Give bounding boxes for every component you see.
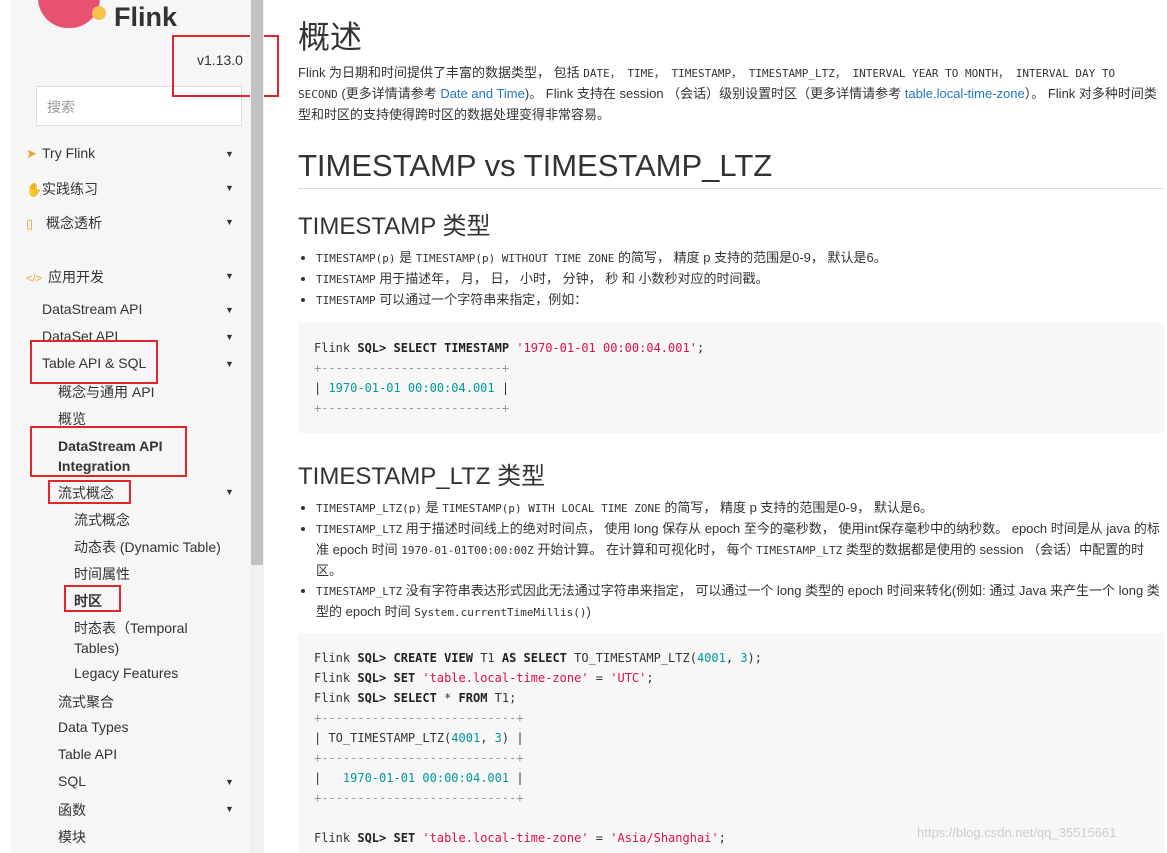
scrollbar-thumb[interactable] bbox=[251, 0, 263, 565]
code-block: Flink SQL> CREATE VIEW T1 AS SELECT TO_T… bbox=[298, 633, 1164, 853]
sidebar-item-modules[interactable]: 模块 bbox=[58, 827, 86, 847]
sidebar-item-concepts[interactable]: ▯ 概念透析 bbox=[26, 213, 102, 233]
sidebar-item-time-attributes[interactable]: 时间属性 bbox=[74, 564, 130, 584]
main-content: 概述 Flink 为日期和时间提供了丰富的数据类型， 包括 DATE， TIME… bbox=[298, 0, 1167, 853]
date-and-time-link[interactable]: Date and Time bbox=[440, 86, 525, 101]
flink-squirrel-logo-icon[interactable] bbox=[38, 0, 106, 28]
sidebar-item-functions[interactable]: 函数 bbox=[58, 800, 86, 820]
chevron-down-icon[interactable]: ▼ bbox=[225, 305, 234, 315]
rocket-icon: ➤ bbox=[26, 146, 37, 161]
section-heading: TIMESTAMP vs TIMESTAMP_LTZ bbox=[298, 148, 1164, 189]
sidebar-item-concepts-common-api[interactable]: 概念与通用 API bbox=[58, 382, 154, 402]
timezone-highlight-box bbox=[64, 585, 121, 612]
map-icon: ▯ bbox=[26, 216, 34, 231]
sidebar-item-temporal-tables[interactable]: 时态表（Temporal Tables) bbox=[74, 618, 188, 658]
chevron-down-icon[interactable]: ▼ bbox=[225, 804, 234, 814]
chevron-down-icon[interactable]: ▼ bbox=[225, 271, 234, 281]
sidebar-item-dynamic-table[interactable]: 动态表 (Dynamic Table) bbox=[74, 537, 221, 557]
chevron-down-icon[interactable]: ▼ bbox=[225, 359, 234, 369]
sidebar-item-legacy-features[interactable]: Legacy Features bbox=[74, 665, 178, 681]
list-item: TIMESTAMP_LTZ(p) 是 TIMESTAMP(p) WITH LOC… bbox=[316, 498, 1161, 519]
logo-text[interactable]: Flink bbox=[114, 2, 177, 33]
local-time-zone-link[interactable]: table.local-time-zone bbox=[905, 86, 1025, 101]
sidebar-item-sql[interactable]: SQL bbox=[58, 773, 86, 789]
list-item: TIMESTAMP 可以通过一个字符串来指定，例如： bbox=[316, 290, 1161, 311]
chevron-down-icon[interactable]: ▼ bbox=[225, 332, 234, 342]
list-item: TIMESTAMP_LTZ 没有字符串表达形式因此无法通过字符串来指定， 可以通… bbox=[316, 581, 1161, 623]
datastream-integration-highlight-box bbox=[30, 426, 187, 477]
sidebar-item-datastream-api[interactable]: DataStream API bbox=[42, 301, 142, 317]
table-api-highlight-box bbox=[30, 340, 158, 384]
sidebar-item-practice[interactable]: ✋实践练习 bbox=[26, 179, 98, 199]
code-block: Flink SQL> SELECT TIMESTAMP '1970-01-01 … bbox=[298, 323, 1164, 433]
timestamp-ltz-bullets: TIMESTAMP_LTZ(p) 是 TIMESTAMP(p) WITH LOC… bbox=[316, 498, 1161, 623]
list-item: TIMESTAMP_LTZ 用于描述时间线上的绝对时间点， 使用 long 保存… bbox=[316, 519, 1161, 581]
chevron-down-icon[interactable]: ▼ bbox=[225, 777, 234, 787]
chevron-down-icon[interactable]: ▼ bbox=[225, 149, 234, 159]
timestamp-type-heading: TIMESTAMP 类型 bbox=[298, 213, 491, 240]
sidebar-item-streaming-concepts-child[interactable]: 流式概念 bbox=[74, 510, 130, 530]
sidebar-item-data-types[interactable]: Data Types bbox=[58, 719, 129, 735]
hand-icon: ✋ bbox=[26, 182, 43, 197]
chevron-down-icon[interactable]: ▼ bbox=[225, 487, 234, 497]
sidebar-item-app-dev[interactable]: </> 应用开发 bbox=[26, 267, 104, 287]
code-icon: </> bbox=[26, 273, 42, 285]
intro-paragraph: Flink 为日期和时间提供了丰富的数据类型， 包括 DATE， TIME， T… bbox=[298, 65, 1157, 122]
sidebar-item-table-api[interactable]: Table API bbox=[58, 746, 117, 762]
watermark: https://blog.csdn.net/qq_35515661 bbox=[917, 825, 1117, 840]
sidebar-item-try-flink[interactable]: ➤ Try Flink bbox=[26, 145, 95, 162]
timestamp-ltz-type-heading: TIMESTAMP_LTZ 类型 bbox=[298, 463, 546, 490]
sidebar-item-streaming-aggregation[interactable]: 流式聚合 bbox=[58, 692, 114, 712]
chevron-down-icon[interactable]: ▼ bbox=[225, 183, 234, 193]
streaming-concepts-highlight-box bbox=[48, 480, 131, 504]
list-item: TIMESTAMP(p) 是 TIMESTAMP(p) WITHOUT TIME… bbox=[316, 248, 1161, 269]
list-item: TIMESTAMP 用于描述年， 月， 日， 小时， 分钟， 秒 和 小数秒对应… bbox=[316, 269, 1161, 290]
timestamp-bullets: TIMESTAMP(p) 是 TIMESTAMP(p) WITHOUT TIME… bbox=[316, 248, 1161, 311]
page-title: 概述 bbox=[298, 19, 363, 55]
chevron-down-icon[interactable]: ▼ bbox=[225, 217, 234, 227]
